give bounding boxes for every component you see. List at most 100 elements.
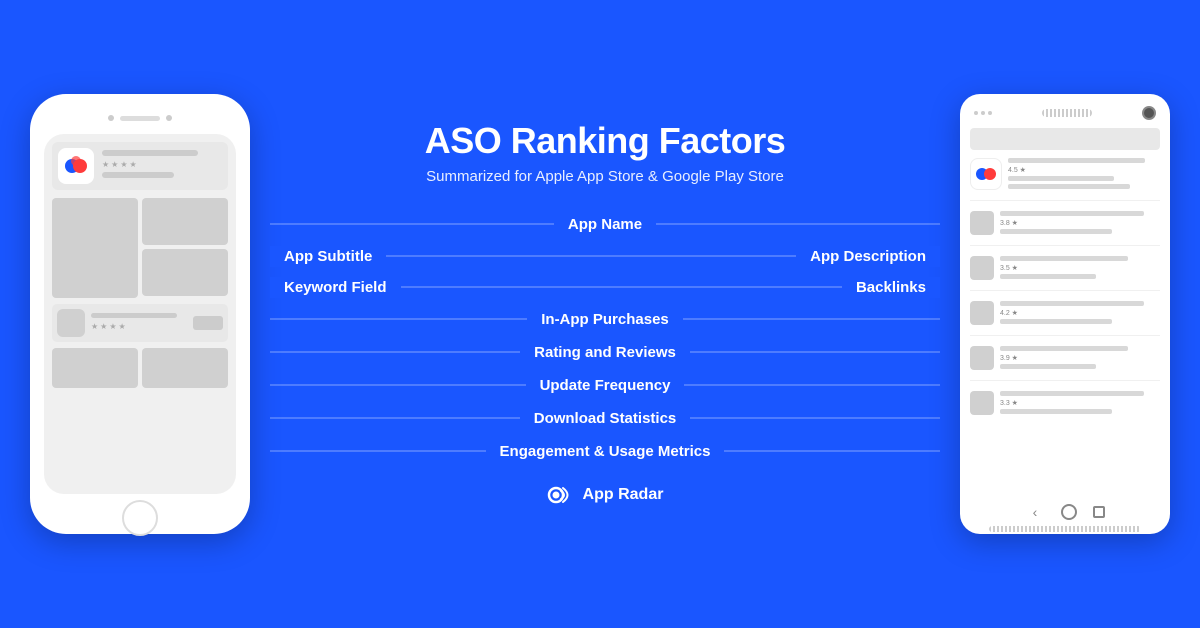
android-app-details-6: 3.3 ★	[1000, 391, 1160, 417]
factor-app-name: App Name	[554, 214, 656, 235]
factor-engagement-row: Engagement & Usage Metrics	[270, 436, 940, 467]
android-app-details-5: 3.9 ★	[1000, 346, 1160, 372]
android-bar-5a	[1000, 346, 1128, 351]
android-score-3: 3.5 ★	[1000, 264, 1018, 272]
android-rating-2: 3.8 ★	[1000, 219, 1160, 227]
android-camera	[1142, 106, 1156, 120]
iphone-app-info: ★ ★ ★ ★	[102, 150, 222, 182]
android-score-2: 3.8 ★	[1000, 219, 1018, 227]
android-app-details-2: 3.8 ★	[1000, 211, 1160, 237]
app-radar-logo-icon	[547, 481, 575, 509]
iphone-bottom-left	[52, 348, 138, 388]
android-app-row-2: 3.8 ★	[970, 211, 1160, 246]
iphone-title-bar	[102, 150, 198, 156]
iphone-small-icon	[57, 309, 85, 337]
iphone-screen: ★ ★ ★ ★	[44, 134, 236, 494]
android-dot2	[981, 111, 985, 115]
android-icon-5	[970, 346, 994, 370]
android-app-row-3: 3.5 ★	[970, 256, 1160, 291]
android-app-row-6: 3.3 ★	[970, 391, 1160, 425]
factor-app-name-row: App Name	[270, 209, 940, 240]
iphone-app-icon	[58, 148, 94, 184]
factor-keyword-field: Keyword Field	[270, 277, 401, 298]
android-back-icon: ‹	[1033, 504, 1038, 520]
factor-app-description: App Description	[796, 246, 940, 267]
star-c: ★	[109, 322, 116, 331]
iphone-mockup: ★ ★ ★ ★	[30, 94, 250, 534]
android-bar-2a	[1000, 211, 1144, 216]
iphone-stars-row: ★ ★ ★ ★	[102, 160, 222, 169]
factor-in-app-purchases: In-App Purchases	[527, 309, 683, 330]
iphone-item-info: ★ ★ ★ ★	[91, 313, 187, 334]
android-top-bar	[970, 106, 1160, 120]
android-icon-3	[970, 256, 994, 280]
android-score-6: 3.3 ★	[1000, 399, 1018, 407]
android-bar-2b	[1000, 229, 1112, 234]
android-speaker	[1042, 109, 1092, 117]
android-app-icon-1	[970, 158, 1002, 190]
factor-download-statistics: Download Statistics	[520, 408, 691, 429]
android-bar-3a	[1000, 256, 1128, 261]
iphone-item-badge	[193, 316, 223, 330]
iphone-camera-dot2	[166, 115, 172, 121]
keyword-backlinks-labels: Keyword Field Backlinks	[270, 277, 940, 298]
factor-app-subtitle: App Subtitle	[270, 246, 386, 267]
android-bar-1a	[1008, 158, 1145, 163]
android-dot3	[988, 111, 992, 115]
factor-rating-reviews: Rating and Reviews	[520, 342, 690, 363]
android-rating-4: 4.2 ★	[1000, 309, 1160, 317]
subtitle-desc-labels: App Subtitle App Description	[270, 246, 940, 267]
android-icon-6	[970, 391, 994, 415]
iphone-app-item: ★ ★ ★ ★	[52, 304, 228, 342]
android-score-1: 4.5 ★	[1008, 166, 1026, 174]
star-d: ★	[119, 322, 126, 331]
iphone-item-bar1	[91, 313, 177, 318]
iphone-speaker	[120, 116, 160, 121]
iphone-app-header: ★ ★ ★ ★	[52, 142, 228, 190]
star-a: ★	[91, 322, 98, 331]
android-bar-1c	[1008, 184, 1130, 189]
factor-download-row: Download Statistics	[270, 403, 940, 434]
android-bottom-nav: ‹	[970, 502, 1160, 522]
logo-text: App Radar	[583, 486, 664, 504]
android-app-row-5: 3.9 ★	[970, 346, 1160, 381]
android-score-4: 4.2 ★	[1000, 309, 1018, 317]
android-recents-icon	[1093, 506, 1105, 518]
iphone-home-button	[122, 500, 158, 536]
factor-update-row: Update Frequency	[270, 370, 940, 401]
screenshot-right	[142, 198, 228, 298]
main-container: ★ ★ ★ ★	[0, 0, 1200, 628]
center-content: ASO Ranking Factors Summarized for Apple…	[250, 120, 960, 509]
iphone-bottom-right	[142, 348, 228, 388]
factor-rating-row: Rating and Reviews	[270, 337, 940, 368]
android-rating-5: 3.9 ★	[1000, 354, 1160, 362]
main-title: ASO Ranking Factors	[425, 120, 786, 162]
screenshot-right-bot	[142, 249, 228, 296]
iphone-notch	[44, 108, 236, 128]
android-app-details-4: 4.2 ★	[1000, 301, 1160, 327]
android-app-details-3: 3.5 ★	[1000, 256, 1160, 282]
android-status-dots	[974, 111, 992, 115]
android-bar-1b	[1008, 176, 1114, 181]
android-bottom-speaker	[989, 526, 1141, 532]
screenshot-left-top	[52, 198, 138, 298]
factor-in-app-row: In-App Purchases	[270, 304, 940, 335]
factor-engagement-metrics: Engagement & Usage Metrics	[486, 441, 725, 462]
iphone-item-stars: ★ ★ ★ ★	[91, 322, 187, 331]
android-icon-4	[970, 301, 994, 325]
android-rating-3: 3.5 ★	[1000, 264, 1160, 272]
android-bar-6b	[1000, 409, 1112, 414]
android-back-btn: ‹	[1025, 502, 1045, 522]
android-app-row-4: 4.2 ★	[970, 301, 1160, 336]
iphone-sub-bar	[102, 172, 174, 178]
android-bar-6a	[1000, 391, 1144, 396]
android-bar-4a	[1000, 301, 1144, 306]
star4: ★	[130, 160, 137, 169]
android-home-icon	[1061, 504, 1077, 520]
android-app-row-1: 4.5 ★	[970, 158, 1160, 201]
iphone-bottom-boxes	[52, 348, 228, 388]
android-mockup: 4.5 ★ 3.8 ★ 3.5	[960, 94, 1170, 534]
android-score-5: 3.9 ★	[1000, 354, 1018, 362]
android-rating-1: 4.5 ★	[1008, 166, 1160, 174]
android-bar-4b	[1000, 319, 1112, 324]
